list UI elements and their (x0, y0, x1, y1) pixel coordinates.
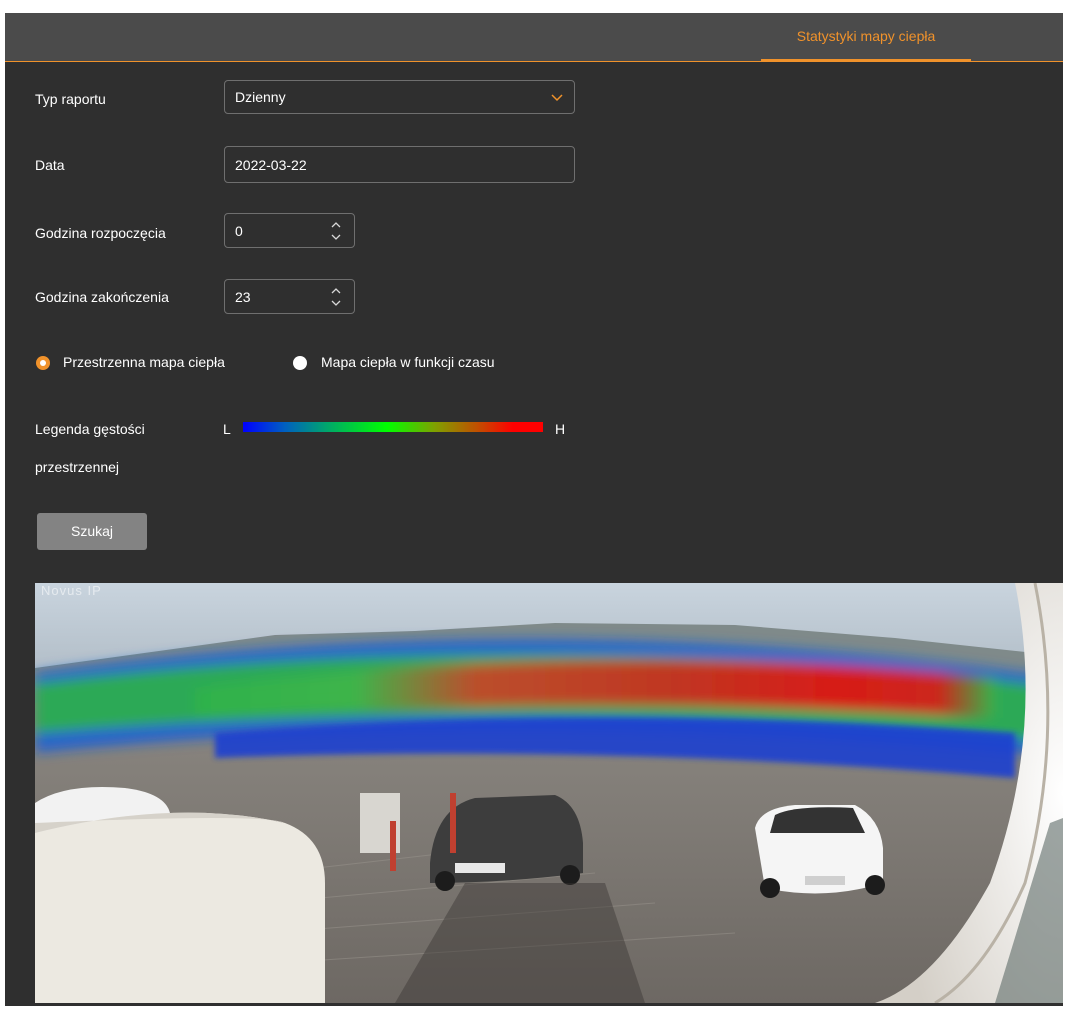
date-input[interactable]: 2022-03-22 (224, 146, 575, 183)
radio-checked-icon[interactable] (36, 356, 50, 370)
radio-unchecked-icon[interactable] (293, 356, 307, 370)
report-type-label: Typ raportu (35, 91, 106, 107)
heatmap-camera-image: Novus IP (35, 583, 1063, 1003)
chevron-down-icon (551, 94, 563, 102)
heatmap-statistics-panel: Statystyki mapy ciepła Typ raportu Dzien… (5, 13, 1063, 1006)
start-hour-stepper[interactable]: 0 (224, 213, 355, 248)
tab-bar: Statystyki mapy ciepła (5, 13, 1063, 62)
start-hour-label: Godzina rozpoczęcia (35, 225, 166, 241)
date-value: 2022-03-22 (235, 156, 307, 173)
radio-label-temporal: Mapa ciepła w funkcji czasu (321, 354, 495, 370)
date-label: Data (35, 157, 65, 173)
legend-label-line2: przestrzennej (35, 459, 120, 475)
start-hour-value: 0 (235, 222, 243, 239)
tab-heatmap-statistics[interactable]: Statystyki mapy ciepła (761, 13, 971, 62)
radio-label-spatial: Przestrzenna mapa ciepła (63, 354, 225, 370)
camera-watermark: Novus IP (41, 583, 102, 598)
report-type-value: Dzienny (235, 89, 286, 105)
end-hour-label: Godzina zakończenia (35, 289, 169, 305)
stepper-arrows-icon[interactable] (330, 284, 342, 310)
heatmap-scene (35, 583, 1063, 1003)
end-hour-stepper[interactable]: 23 (224, 279, 355, 314)
end-hour-value: 23 (235, 288, 251, 305)
legend-label-line1: Legenda gęstości (35, 421, 145, 437)
stepper-arrows-icon[interactable] (330, 218, 342, 244)
legend-high-label: H (555, 421, 566, 437)
legend-low-label: L (223, 421, 231, 437)
report-type-select[interactable]: Dzienny (224, 80, 575, 114)
density-legend-gradient (243, 422, 543, 432)
search-button[interactable]: Szukaj (37, 513, 147, 550)
